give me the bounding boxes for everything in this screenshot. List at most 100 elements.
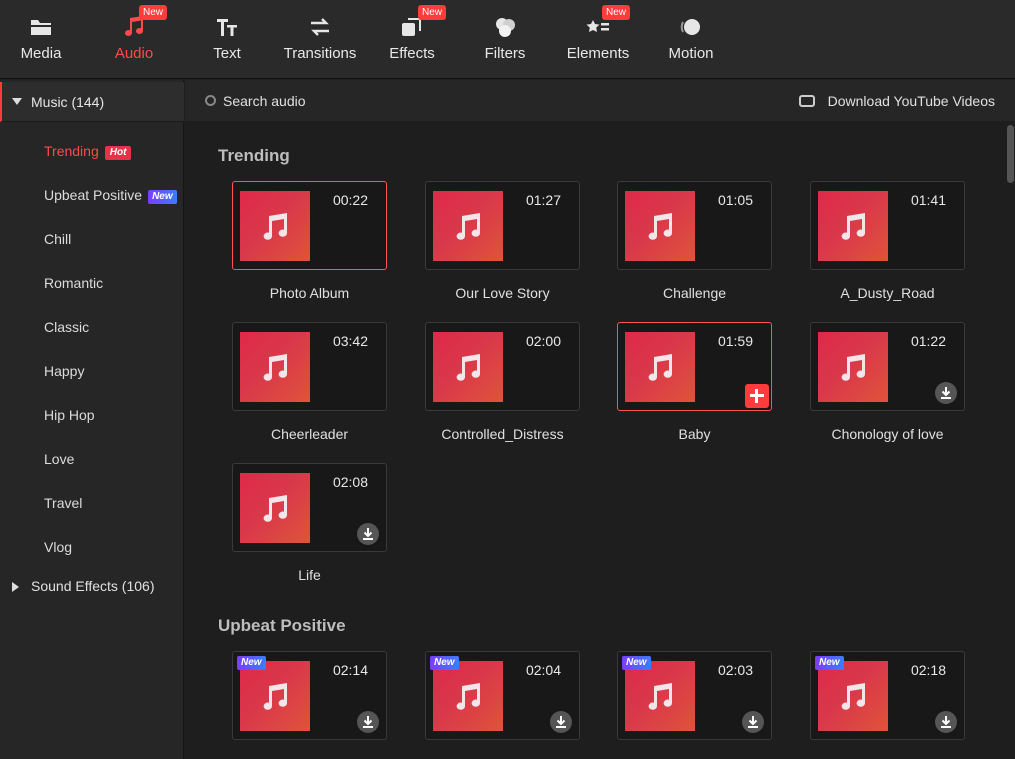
download-button[interactable] (357, 711, 379, 733)
music-note-icon (648, 213, 673, 240)
audio-duration: 02:14 (332, 662, 368, 678)
music-note-icon (456, 213, 481, 240)
music-note-icon (841, 213, 866, 240)
audio-thumbnail (433, 191, 503, 261)
audio-card-title: Baby (678, 426, 711, 442)
sidebar-item-happy[interactable]: Happy (44, 363, 84, 379)
tab-media[interactable]: Media (0, 0, 87, 79)
music-category-header[interactable]: Music (144) (0, 82, 184, 122)
audio-thumbnail (818, 191, 888, 261)
sidebar-item-label: Trending (44, 143, 99, 159)
audio-duration: 01:41 (910, 192, 946, 208)
download-youtube-button[interactable]: Download YouTube Videos (828, 93, 995, 109)
audio-thumbnail (625, 191, 695, 261)
audio-duration: 02:04 (525, 662, 561, 678)
tab-audio-label: Audio (114, 45, 154, 62)
audio-card[interactable]: 02:14 New (232, 651, 387, 740)
scrollbar-thumb[interactable] (1007, 125, 1014, 183)
new-badge: New (237, 656, 266, 670)
audio-card[interactable]: 02:00 (425, 322, 580, 411)
new-badge: New (622, 656, 651, 670)
caret-right-icon (12, 582, 19, 592)
search-input[interactable] (223, 90, 523, 112)
download-button[interactable] (357, 523, 379, 545)
music-note-icon (263, 354, 288, 381)
motion-icon (680, 19, 700, 35)
new-badge: New (815, 656, 844, 670)
audio-card[interactable]: 02:03 New (617, 651, 772, 740)
tab-transitions[interactable]: Transitions (274, 0, 366, 79)
audio-thumbnail (433, 661, 503, 731)
audio-card[interactable]: 01:05 (617, 181, 772, 270)
sidebar-item-upbeat-positive[interactable]: Upbeat Positive New (44, 187, 177, 204)
audio-library: Trending Upbeat Positive 00:22 Photo Albu… (185, 121, 1015, 759)
sidebar-item-love[interactable]: Love (44, 451, 74, 467)
audio-duration: 03:42 (332, 333, 368, 349)
audio-card-title: Our Love Story (455, 285, 550, 301)
search-icon (205, 95, 216, 106)
download-icon (363, 716, 373, 728)
tab-effects[interactable]: New Effects (366, 0, 458, 79)
tab-elements[interactable]: New Elements (552, 0, 644, 79)
audio-duration: 02:00 (525, 333, 561, 349)
audio-card[interactable]: 01:59 (617, 322, 772, 411)
audio-thumbnail (240, 332, 310, 402)
tab-motion-label: Motion (668, 45, 714, 62)
audio-duration: 02:18 (910, 662, 946, 678)
audio-card-title: Life (298, 567, 321, 583)
sidebar-item-travel[interactable]: Travel (44, 495, 82, 511)
new-badge: New (418, 5, 447, 20)
tab-text[interactable]: Text (181, 0, 273, 79)
download-button[interactable] (935, 711, 957, 733)
add-to-timeline-button[interactable] (745, 384, 769, 408)
audio-card[interactable]: 02:04 New (425, 651, 580, 740)
download-icon (556, 716, 566, 728)
audio-card[interactable]: 02:08 (232, 463, 387, 552)
audio-thumbnail (433, 332, 503, 402)
audio-card[interactable]: 01:22 (810, 322, 965, 411)
section-title-trending: Trending (218, 146, 290, 165)
audio-duration: 02:08 (332, 474, 368, 490)
music-note-icon (263, 213, 288, 240)
audio-thumbnail (240, 473, 310, 543)
download-button[interactable] (550, 711, 572, 733)
audio-thumbnail (240, 661, 310, 731)
audio-card[interactable]: 03:42 (232, 322, 387, 411)
sidebar-item-chill[interactable]: Chill (44, 231, 71, 247)
scrollbar[interactable] (1007, 121, 1015, 759)
sidebar-item-trending[interactable]: Trending Hot (44, 143, 132, 160)
audio-card[interactable]: 02:18 New (810, 651, 965, 740)
tab-effects-label: Effects (389, 45, 435, 62)
tab-motion[interactable]: Motion (645, 0, 737, 79)
download-video-icon (799, 95, 815, 107)
sidebar-item-classic[interactable]: Classic (44, 319, 89, 335)
music-note-icon (648, 354, 673, 381)
sidebar-item-romantic[interactable]: Romantic (44, 275, 103, 291)
audio-thumbnail (818, 332, 888, 402)
audio-card[interactable]: 01:27 (425, 181, 580, 270)
audio-card-title: Chonology of love (831, 426, 944, 442)
tab-filters[interactable]: Filters (459, 0, 551, 79)
hot-badge: Hot (104, 146, 132, 160)
sound-effects-label: Sound Effects (106) (31, 578, 155, 594)
music-note-icon (263, 495, 288, 522)
audio-card[interactable]: 01:41 (810, 181, 965, 270)
swap-arrows-icon (311, 18, 329, 36)
music-category-label: Music (144) (31, 94, 105, 110)
caret-down-icon (12, 98, 22, 105)
sidebar-item-hip-hop[interactable]: Hip Hop (44, 407, 95, 423)
sidebar-item-label: Upbeat Positive (44, 187, 143, 203)
sound-effects-category[interactable]: Sound Effects (106) (0, 576, 184, 606)
download-button[interactable] (742, 711, 764, 733)
download-icon (363, 528, 373, 540)
audio-duration: 01:59 (717, 333, 753, 349)
music-note-icon (263, 683, 288, 710)
tab-audio[interactable]: New Audio (88, 0, 180, 79)
sidebar-item-vlog[interactable]: Vlog (44, 539, 72, 555)
audio-card[interactable]: 00:22 (232, 181, 387, 270)
tab-media-label: Media (20, 45, 62, 62)
download-icon (748, 716, 758, 728)
audio-thumbnail (625, 661, 695, 731)
tab-elements-label: Elements (566, 45, 630, 62)
download-button[interactable] (935, 382, 957, 404)
